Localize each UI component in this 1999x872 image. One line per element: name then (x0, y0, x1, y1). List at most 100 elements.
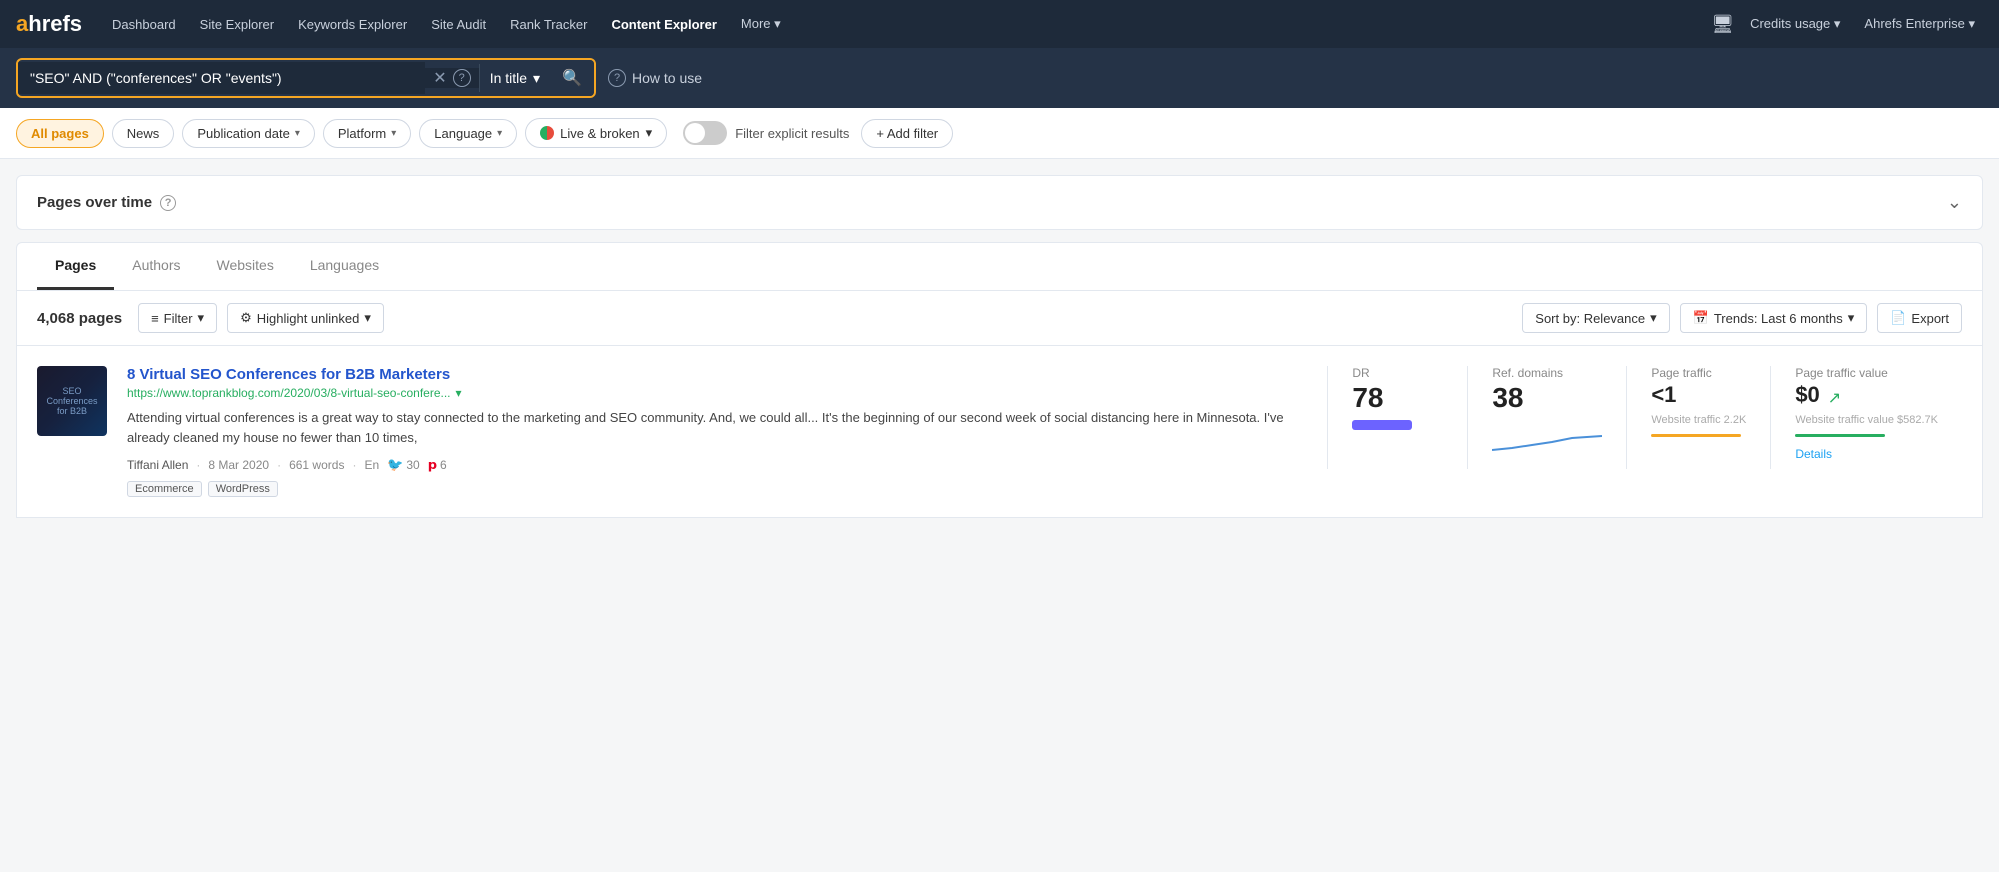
search-help-icon[interactable]: ? (453, 69, 471, 87)
nav-right: 🖥 Credits usage ▾ Ahrefs Enterprise ▾ (1711, 12, 1983, 36)
nav-site-audit[interactable]: Site Audit (421, 11, 496, 38)
calendar-icon: 📅 (1693, 310, 1709, 326)
highlight-unlinked-button[interactable]: ⚙ Highlight unlinked ▾ (227, 303, 384, 333)
search-button[interactable]: 🔍 (550, 60, 594, 96)
live-broken-filter[interactable]: Live & broken ▾ (525, 118, 667, 148)
nav-site-explorer[interactable]: Site Explorer (190, 11, 284, 38)
pages-over-time-help-icon[interactable]: ? (160, 195, 176, 211)
nav-rank-tracker[interactable]: Rank Tracker (500, 11, 597, 38)
result-date: 8 Mar 2020 (208, 458, 269, 472)
page-traffic-bar (1651, 434, 1741, 437)
details-link[interactable]: Details (1795, 447, 1938, 461)
nav-content-explorer[interactable]: Content Explorer (601, 11, 726, 38)
sort-label: Sort by: Relevance (1535, 311, 1645, 326)
page-traffic-value: <1 (1651, 382, 1746, 408)
metric-ref-domains: Ref. domains 38 (1467, 366, 1626, 469)
add-filter-label: + Add filter (876, 126, 938, 141)
live-broken-chevron-icon: ▾ (646, 125, 653, 141)
ref-domains-chart (1492, 420, 1602, 463)
language-filter[interactable]: Language ▾ (419, 119, 517, 148)
result-title[interactable]: 8 Virtual SEO Conferences for B2B Market… (127, 366, 1307, 383)
publication-date-label: Publication date (197, 126, 290, 141)
trends-label: Trends: Last 6 months (1714, 311, 1843, 326)
add-filter-button[interactable]: + Add filter (861, 119, 953, 148)
ref-domains-chart-svg (1492, 420, 1602, 460)
platform-label: Platform (338, 126, 386, 141)
result-url[interactable]: https://www.toprankblog.com/2020/03/8-vi… (127, 386, 1307, 400)
meta-dot-3: · (352, 458, 356, 472)
nav-links: Dashboard Site Explorer Keywords Explore… (102, 10, 1711, 38)
tab-websites[interactable]: Websites (199, 243, 292, 290)
highlight-icon: ⚙ (240, 310, 252, 326)
filter-button[interactable]: ≡ Filter ▾ (138, 303, 217, 333)
how-to-use-label: How to use (632, 70, 702, 86)
main-content: Pages over time ? ⌄ Pages Authors Websit… (0, 175, 1999, 518)
twitter-icon: 🐦 (387, 457, 403, 473)
live-broken-label: Live & broken (560, 126, 640, 141)
tag-ecommerce[interactable]: Ecommerce (127, 481, 202, 497)
pages-over-time-chevron-icon: ⌄ (1947, 192, 1962, 213)
monitor-icon: 🖥 (1711, 14, 1734, 35)
sort-button[interactable]: Sort by: Relevance ▾ (1522, 303, 1669, 333)
ahrefs-enterprise-button[interactable]: Ahrefs Enterprise ▾ (1856, 12, 1983, 36)
twitter-count-item: 🐦 30 (387, 457, 420, 473)
credits-usage-button[interactable]: Credits usage ▾ (1742, 12, 1848, 36)
how-to-use-link[interactable]: ? How to use (608, 69, 702, 87)
export-button[interactable]: 📄 Export (1877, 303, 1962, 333)
page-traffic-label: Page traffic (1651, 366, 1746, 380)
how-to-use-help-icon: ? (608, 69, 626, 87)
search-icons: ✕ ? (425, 68, 478, 88)
pages-over-time-title: Pages over time (37, 194, 152, 211)
explicit-filter-toggle-wrap: Filter explicit results (683, 121, 849, 145)
search-box: ✕ ? In title ▾ 🔍 (16, 58, 596, 98)
dr-value: 78 (1352, 382, 1443, 414)
logo-a: a (16, 11, 28, 36)
nav-keywords-explorer[interactable]: Keywords Explorer (288, 11, 417, 38)
scope-label: In title (490, 70, 527, 86)
publication-date-filter[interactable]: Publication date ▾ (182, 119, 315, 148)
export-label: Export (1911, 311, 1949, 326)
toggle-knob (685, 123, 705, 143)
logo[interactable]: ahrefs (16, 11, 82, 37)
search-bar-area: ✕ ? In title ▾ 🔍 ? How to use (0, 48, 1999, 108)
export-icon: 📄 (1890, 310, 1906, 326)
pub-date-chevron-icon: ▾ (295, 128, 300, 139)
clear-icon[interactable]: ✕ (433, 68, 446, 88)
tab-pages[interactable]: Pages (37, 243, 114, 290)
highlight-chevron-icon: ▾ (364, 310, 371, 326)
result-tags: Ecommerce WordPress (127, 481, 1307, 497)
tab-authors[interactable]: Authors (114, 243, 198, 290)
pinterest-icon: 𝗽 (428, 457, 437, 473)
nav-dashboard[interactable]: Dashboard (102, 11, 186, 38)
page-traffic-value-value: $0 (1795, 382, 1819, 408)
news-filter[interactable]: News (112, 119, 175, 148)
thumbnail-text: SEOConferencesfor B2B (46, 386, 97, 416)
search-input[interactable] (18, 62, 425, 94)
page-traffic-value-label: Page traffic value (1795, 366, 1938, 380)
news-label: News (127, 126, 160, 141)
filter-chevron-icon: ▾ (198, 310, 205, 326)
results-count: 4,068 pages (37, 310, 122, 327)
ref-domains-value: 38 (1492, 382, 1602, 414)
ref-domains-label: Ref. domains (1492, 366, 1602, 380)
platform-filter[interactable]: Platform ▾ (323, 119, 411, 148)
pages-over-time-left: Pages over time ? (37, 194, 176, 211)
pinterest-count-item: 𝗽 6 (428, 457, 447, 473)
nav-more[interactable]: More ▾ (731, 10, 791, 38)
search-scope-selector[interactable]: In title ▾ (480, 62, 550, 95)
all-pages-filter[interactable]: All pages (16, 119, 104, 148)
url-dropdown-icon[interactable]: ▾ (456, 386, 462, 400)
meta-dot-1: · (196, 458, 200, 472)
results-bar: 4,068 pages ≡ Filter ▾ ⚙ Highlight unlin… (16, 290, 1983, 346)
tag-wordpress[interactable]: WordPress (208, 481, 278, 497)
tabs-navigation: Pages Authors Websites Languages (16, 242, 1983, 290)
meta-dot-2: · (277, 458, 281, 472)
filter-label: Filter (164, 311, 193, 326)
pages-over-time-panel[interactable]: Pages over time ? ⌄ (16, 175, 1983, 230)
trends-button[interactable]: 📅 Trends: Last 6 months ▾ (1680, 303, 1868, 333)
all-pages-label: All pages (31, 126, 89, 141)
explicit-filter-toggle[interactable] (683, 121, 727, 145)
tab-languages[interactable]: Languages (292, 243, 397, 290)
metric-page-traffic: Page traffic <1 Website traffic 2.2K (1626, 366, 1770, 469)
page-traffic-sub: Website traffic 2.2K (1651, 414, 1746, 426)
